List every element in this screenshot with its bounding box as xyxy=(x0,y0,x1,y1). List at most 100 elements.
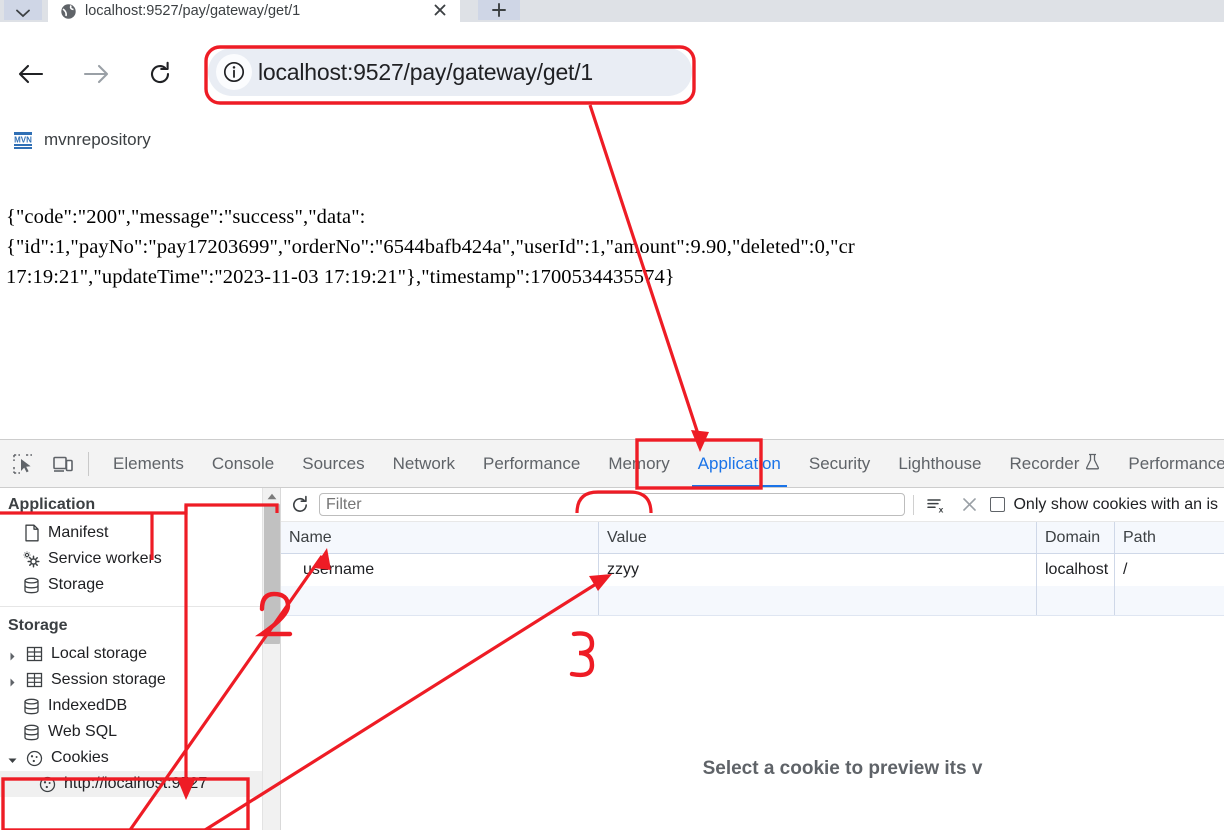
scrollbar-thumb[interactable] xyxy=(264,504,280,644)
column-header-value[interactable]: Value xyxy=(599,522,1037,553)
sidebar-item-service-workers[interactable]: Service workers xyxy=(0,546,262,572)
database-icon xyxy=(22,697,41,716)
sidebar-item-storage[interactable]: Storage xyxy=(0,572,262,598)
mvn-icon: MVN xyxy=(12,129,34,151)
cookie-preview-placeholder: Select a cookie to preview its v xyxy=(702,758,983,779)
tab-label: Sources xyxy=(302,453,365,473)
sidebar-item-web-sql[interactable]: Web SQL xyxy=(0,719,262,745)
table-icon xyxy=(25,645,44,664)
cookie-icon xyxy=(25,749,44,768)
tab-label: Performance xyxy=(482,453,581,473)
toolbar-divider xyxy=(88,451,89,476)
forward-button[interactable] xyxy=(76,54,116,94)
browser-tab[interactable]: localhost:9527/pay/gateway/get/1 xyxy=(48,0,460,22)
sidebar-item-label: Service workers xyxy=(48,550,162,567)
browser-toolbar: localhost:9527/pay/gateway/get/1 xyxy=(0,22,1224,118)
tab-label: Elements xyxy=(113,453,184,473)
sidebar-divider xyxy=(0,606,262,607)
devtools-tab-recorder[interactable]: Recorder xyxy=(996,440,1115,487)
chevron-right-icon[interactable] xyxy=(7,649,18,660)
tab-label: Lighthouse xyxy=(898,453,982,473)
table-empty-row xyxy=(281,586,1224,616)
devtools-panel: Elements Console Sources Network Perform… xyxy=(0,439,1224,830)
only-show-issues-checkbox[interactable] xyxy=(990,497,1006,512)
chevron-right-icon[interactable] xyxy=(7,675,18,686)
json-response-line-2: {"id":1,"payNo":"pay17203699","orderNo":… xyxy=(6,236,855,258)
devtools-tab-performance[interactable]: Performance xyxy=(469,440,594,487)
cell-domain: localhost xyxy=(1037,554,1115,586)
close-icon[interactable] xyxy=(432,2,450,20)
clear-all-cookies-icon[interactable]: x xyxy=(922,493,948,517)
tab-label: Recorder xyxy=(1009,453,1080,473)
devtools-tab-application[interactable]: Application xyxy=(684,440,795,487)
sidebar-group-application: Application xyxy=(8,496,96,513)
inspect-element-icon[interactable] xyxy=(6,447,40,481)
sidebar-item-cookie-origin[interactable]: http://localhost:9527 xyxy=(0,771,262,797)
cell-empty xyxy=(1115,586,1224,615)
chevron-down-icon[interactable] xyxy=(7,753,18,764)
device-toolbar-icon[interactable] xyxy=(46,447,80,481)
address-bar[interactable]: localhost:9527/pay/gateway/get/1 xyxy=(208,48,692,96)
document-icon xyxy=(22,524,41,543)
globe-icon xyxy=(60,3,77,20)
cell-empty xyxy=(599,586,1037,615)
svg-text:MVN: MVN xyxy=(14,135,32,144)
column-header-path[interactable]: Path xyxy=(1115,522,1224,553)
table-icon xyxy=(25,671,44,690)
tab-search-chevron-icon[interactable] xyxy=(4,0,42,20)
tab-label: Network xyxy=(392,453,455,473)
bookmark-item-mvnrepository[interactable]: mvnrepository xyxy=(44,130,151,150)
reload-button[interactable] xyxy=(140,54,180,94)
gear-icon xyxy=(22,550,41,569)
devtools-tab-security[interactable]: Security xyxy=(795,440,884,487)
sidebar-item-manifest[interactable]: Manifest xyxy=(0,520,262,546)
delete-cookie-icon[interactable] xyxy=(956,493,982,517)
toolbar-divider xyxy=(913,494,915,515)
tab-label: Memory xyxy=(608,453,670,473)
address-bar-url: localhost:9527/pay/gateway/get/1 xyxy=(258,58,594,85)
column-header-domain[interactable]: Domain xyxy=(1037,522,1115,553)
sidebar-item-local-storage[interactable]: Local storage xyxy=(0,641,262,667)
scroll-up-arrow-icon[interactable] xyxy=(263,488,281,504)
devtools-tab-performance-insights[interactable]: Performance insi xyxy=(1114,440,1224,487)
cell-path: / xyxy=(1123,561,1128,578)
flask-icon xyxy=(1085,453,1100,475)
refresh-icon[interactable] xyxy=(289,494,311,516)
cookies-filter-input[interactable] xyxy=(319,493,906,516)
sidebar-item-label: Cookies xyxy=(51,749,109,766)
cell-empty xyxy=(281,586,599,615)
devtools-tab-bar: Elements Console Sources Network Perform… xyxy=(0,440,1224,488)
tab-label: Performance insi xyxy=(1128,453,1224,473)
devtools-tab-console[interactable]: Console xyxy=(198,440,288,487)
application-sidebar: Application Manifest Service workers Sto… xyxy=(0,488,262,830)
database-icon xyxy=(22,576,41,595)
table-row[interactable]: username zzyy localhost / xyxy=(281,554,1224,586)
only-show-issues-label: Only show cookies with an is xyxy=(1013,495,1218,513)
sidebar-scrollbar[interactable] xyxy=(262,488,281,830)
browser-window: localhost:9527/pay/gateway/get/1 localho… xyxy=(0,0,1224,830)
back-button[interactable] xyxy=(10,54,50,94)
sidebar-item-label: Local storage xyxy=(51,645,148,662)
sidebar-item-cookies[interactable]: Cookies xyxy=(0,745,262,771)
cell-value: zzyy xyxy=(599,554,1037,586)
database-icon xyxy=(22,723,41,742)
sidebar-item-indexeddb[interactable]: IndexedDB xyxy=(0,693,262,719)
sidebar-item-session-storage[interactable]: Session storage xyxy=(0,667,262,693)
browser-tab-title: localhost:9527/pay/gateway/get/1 xyxy=(85,3,301,19)
column-header-name[interactable]: Name xyxy=(281,522,599,553)
page-content: {"code":"200","message":"success","data"… xyxy=(0,162,1224,439)
devtools-tab-network[interactable]: Network xyxy=(379,440,469,487)
table-header-row: Name Value Domain Path xyxy=(281,522,1224,554)
sidebar-item-label: Manifest xyxy=(48,524,109,541)
devtools-tab-lighthouse[interactable]: Lighthouse xyxy=(884,440,995,487)
new-tab-button[interactable] xyxy=(478,0,520,20)
devtools-body: Application Manifest Service workers Sto… xyxy=(0,488,1224,830)
sidebar-group-storage: Storage xyxy=(8,617,68,634)
tab-strip: localhost:9527/pay/gateway/get/1 xyxy=(0,0,1224,22)
devtools-tab-elements[interactable]: Elements xyxy=(99,440,198,487)
devtools-tab-memory[interactable]: Memory xyxy=(594,440,683,487)
devtools-tab-sources[interactable]: Sources xyxy=(288,440,378,487)
info-circle-icon[interactable] xyxy=(216,54,252,90)
cell-empty xyxy=(1037,586,1115,615)
sidebar-item-label: IndexedDB xyxy=(48,697,128,714)
